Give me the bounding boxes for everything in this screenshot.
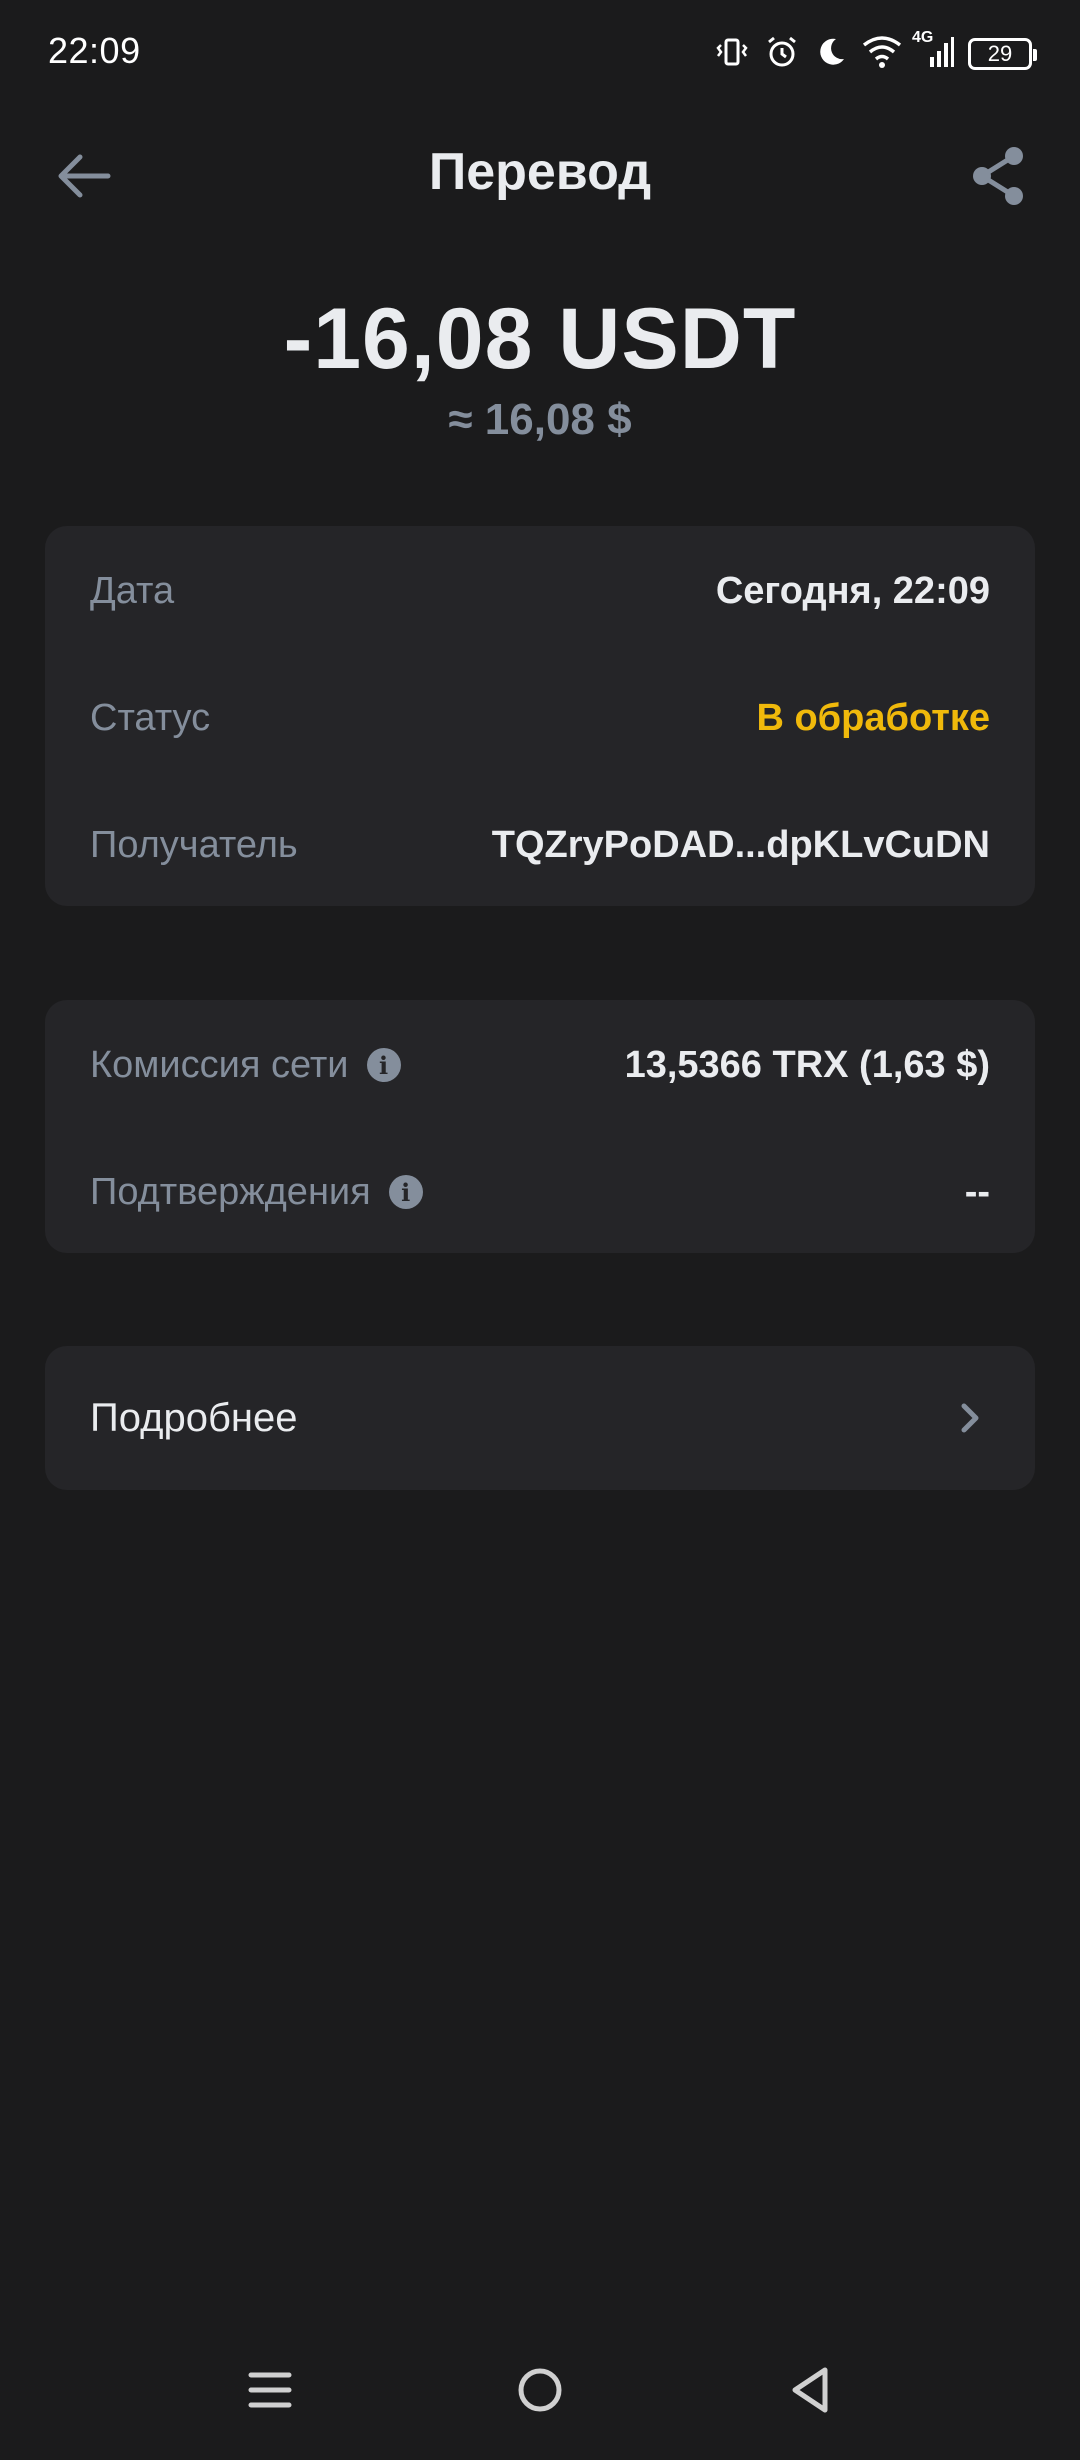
system-navigation-bar <box>0 2330 1080 2460</box>
share-icon <box>973 147 1023 205</box>
date-row: Дата Сегодня, 22:09 <box>90 561 990 621</box>
home-button[interactable] <box>500 2350 580 2430</box>
battery-icon: 29 <box>968 38 1037 70</box>
do-not-disturb-moon-icon <box>814 35 848 74</box>
network-fee-label: Комиссия сети <box>90 1043 349 1086</box>
transfer-amount-fiat: ≈ 16,08 $ <box>448 395 632 444</box>
more-details-row: Подробнее <box>90 1386 990 1450</box>
network-type-label: 4G <box>912 28 934 46</box>
alarm-icon <box>764 34 800 75</box>
status-time: 22:09 <box>48 30 141 71</box>
status-icons: 4G 29 <box>714 29 1037 78</box>
status-value: В обработке <box>756 696 990 739</box>
network-fee-row: Комиссия сети i 13,5366 TRX (1,63 $) <box>90 1035 990 1095</box>
recent-apps-button[interactable] <box>230 2350 310 2430</box>
chevron-right-icon <box>961 1403 979 1433</box>
system-back-button[interactable] <box>770 2350 850 2430</box>
confirmations-label-group: Подтверждения i <box>90 1171 423 1214</box>
vibrate-icon <box>714 34 750 75</box>
info-icon[interactable]: i <box>388 1175 423 1209</box>
recipient-address[interactable]: TQZryPoDAD...dpKLvCuDN <box>492 824 990 867</box>
circle-home-icon <box>518 2368 562 2412</box>
confirmations-label: Подтверждения <box>90 1170 371 1213</box>
page-title: Перевод <box>428 143 652 201</box>
transfer-amount: -16,08 USDT <box>283 291 797 387</box>
status-bar: 22:09 4G 29 <box>0 0 1080 110</box>
recipient-row: Получатель TQZryPoDAD...dpKLvCuDN <box>90 815 990 875</box>
triangle-back-icon <box>792 2367 828 2413</box>
status-row: Статус В обработке <box>90 688 990 748</box>
share-button[interactable] <box>964 142 1032 210</box>
confirmations-row: Подтверждения i -- <box>90 1162 990 1222</box>
transfer-details-screen: 22:09 4G 29 Перевод -16,08 USDT ≈ 16,08 … <box>0 0 1080 2460</box>
more-details-button[interactable]: Подробнее <box>45 1346 1035 1490</box>
status-label: Статус <box>90 696 211 739</box>
wifi-icon <box>862 35 902 74</box>
network-fee-label-group: Комиссия сети i <box>90 1044 401 1087</box>
fee-info-card: Комиссия сети i 13,5366 TRX (1,63 $) Под… <box>45 1000 1035 1253</box>
cellular-signal-icon: 4G <box>912 29 954 74</box>
confirmations-value: -- <box>964 1170 990 1213</box>
date-value: Сегодня, 22:09 <box>715 569 990 612</box>
battery-level: 29 <box>987 41 1013 66</box>
transfer-info-card: Дата Сегодня, 22:09 Статус В обработке П… <box>45 526 1035 906</box>
recipient-label: Получатель <box>90 823 298 866</box>
info-icon[interactable]: i <box>366 1048 401 1082</box>
more-details-label: Подробнее <box>90 1395 298 1440</box>
date-label: Дата <box>90 569 175 612</box>
network-fee-value: 13,5366 TRX (1,63 $) <box>624 1043 990 1086</box>
menu-icon <box>248 2372 292 2408</box>
app-header: Перевод <box>0 120 1080 230</box>
